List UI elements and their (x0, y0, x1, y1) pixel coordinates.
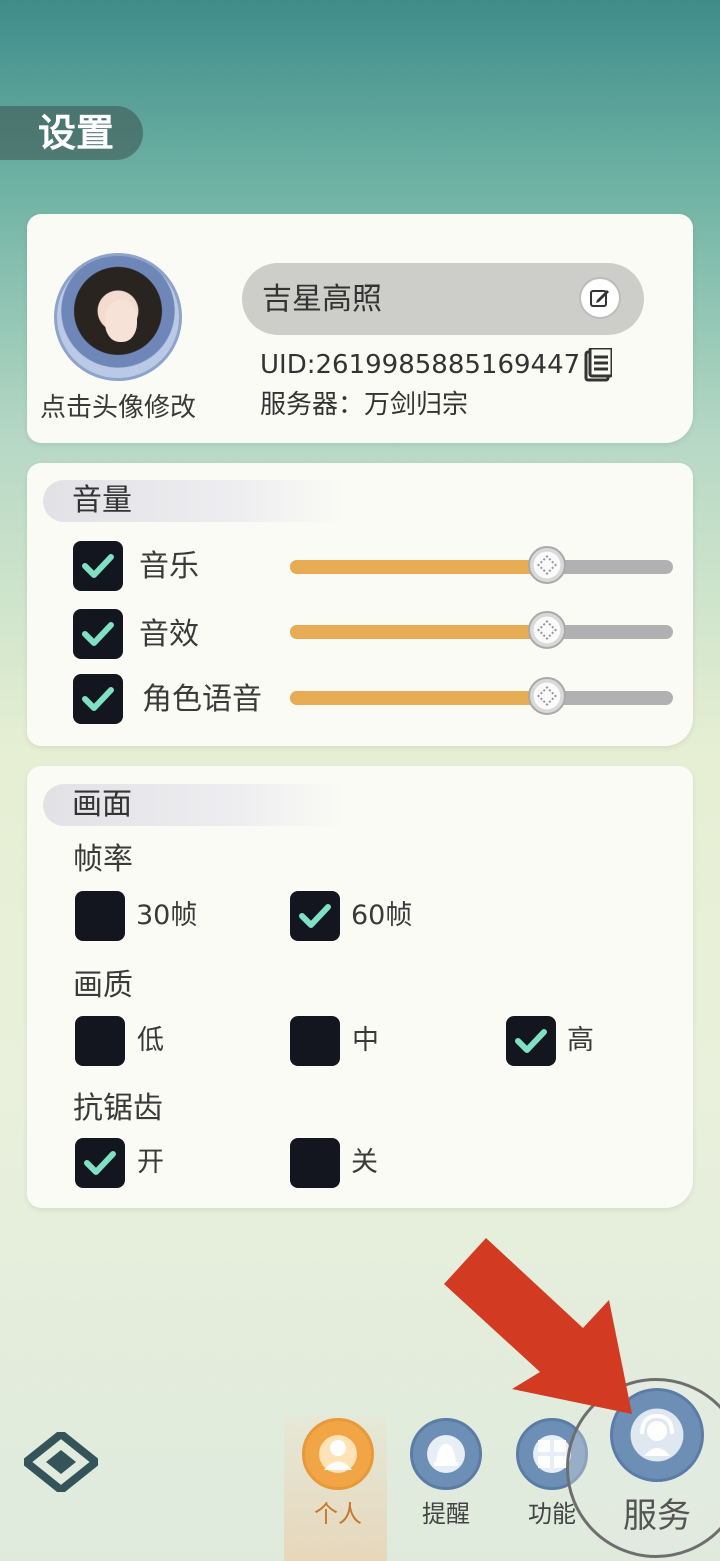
check-icon (84, 1151, 116, 1175)
nav-personal-label: 个人 (314, 1500, 362, 1528)
music-slider[interactable] (290, 546, 673, 584)
page-title: 设置 (38, 111, 115, 155)
voice-checkbox[interactable] (73, 674, 123, 724)
person-icon (302, 1418, 374, 1490)
server-text: 服务器：万剑归宗 (260, 390, 469, 420)
volume-heading: 音量 (72, 483, 132, 518)
quality-high-label: 高 (567, 1025, 594, 1056)
music-slider-fill (290, 560, 547, 574)
antialias-off-checkbox[interactable] (290, 1138, 340, 1188)
quality-low-label: 低 (137, 1025, 164, 1056)
fps60-label: 60帧 (351, 900, 413, 931)
music-label: 音乐 (139, 549, 199, 584)
music-checkbox[interactable] (73, 541, 123, 591)
check-icon (515, 1029, 547, 1053)
sfx-label: 音效 (139, 617, 199, 652)
nav-service[interactable]: 服务 (610, 1388, 704, 1537)
headset-icon (610, 1388, 704, 1482)
check-icon (82, 622, 114, 646)
quality-mid-label: 中 (352, 1025, 379, 1056)
nav-service-label: 服务 (623, 1496, 691, 1536)
uid-text: UID:2619985885169447 (260, 350, 581, 380)
nav-features-label: 功能 (528, 1500, 576, 1528)
quality-mid-checkbox[interactable] (290, 1016, 340, 1066)
avatar-face (105, 300, 137, 342)
quality-high-checkbox[interactable] (506, 1016, 556, 1066)
fps30-checkbox[interactable] (75, 891, 125, 941)
voice-label: 角色语音 (142, 682, 262, 717)
quality-label: 画质 (73, 968, 133, 1003)
voice-slider-fill (290, 691, 547, 705)
check-icon (299, 904, 331, 928)
sfx-slider-fill (290, 625, 547, 639)
nav-reminders[interactable]: 提醒 (410, 1418, 482, 1529)
antialias-off-label: 关 (351, 1147, 378, 1178)
voice-slider[interactable] (290, 677, 673, 715)
display-heading: 画面 (72, 787, 132, 822)
nav-personal[interactable]: 个人 (302, 1418, 374, 1529)
nav-reminders-label: 提醒 (422, 1500, 470, 1528)
check-icon (82, 554, 114, 578)
avatar-caption[interactable]: 点击头像修改 (40, 387, 196, 424)
copy-icon[interactable] (584, 348, 612, 382)
music-slider-knob[interactable] (527, 546, 566, 584)
sfx-slider[interactable] (290, 611, 673, 649)
fps60-checkbox[interactable] (290, 891, 340, 941)
antialias-on-checkbox[interactable] (75, 1138, 125, 1188)
fps30-label: 30帧 (136, 900, 198, 931)
antialias-on-label: 开 (137, 1147, 164, 1178)
quality-low-checkbox[interactable] (75, 1016, 125, 1066)
bell-icon (410, 1418, 482, 1490)
edit-icon (590, 290, 609, 307)
sfx-checkbox[interactable] (73, 609, 123, 659)
sfx-slider-knob[interactable] (527, 611, 566, 649)
framerate-label: 帧率 (73, 842, 133, 877)
check-icon (82, 687, 114, 711)
player-name: 吉星高照 (262, 282, 382, 317)
edit-name-button[interactable] (579, 277, 621, 319)
game-logo-icon[interactable] (24, 1432, 98, 1492)
antialias-label: 抗锯齿 (73, 1091, 163, 1126)
voice-slider-knob[interactable] (527, 677, 566, 715)
